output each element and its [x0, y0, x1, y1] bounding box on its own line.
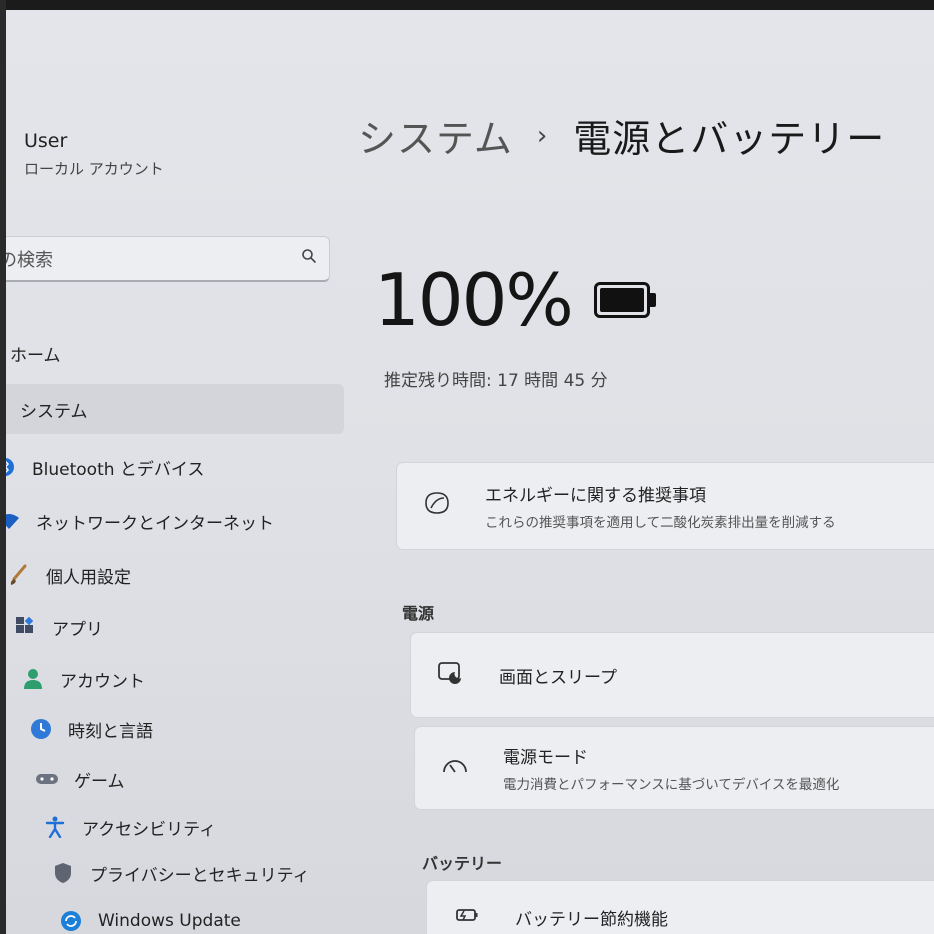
page-title: 電源とバッテリー [573, 117, 886, 161]
nav-item-system[interactable]: システム [0, 384, 344, 434]
nav-label-accessibility: アクセシビリティ [82, 819, 217, 840]
nav-item-network[interactable]: ネットワークとインターネット [0, 496, 274, 546]
nav-item-windows-update[interactable]: Windows Update [58, 896, 241, 934]
screen-sleep-card[interactable]: 画面とスリープ [410, 632, 934, 718]
account-type: ローカル アカウント [24, 160, 164, 178]
nav-label-windows-update: Windows Update [98, 911, 241, 931]
nav-label-home: ホーム [10, 345, 61, 366]
breadcrumb: システム › 電源とバッテリー [358, 108, 885, 163]
energy-card-desc: これらの推奨事項を適用して二酸化炭素排出量を削減する [485, 515, 836, 531]
power-mode-desc: 電力消費とパフォーマンスに基づいてデバイスを最適化 [503, 777, 840, 793]
user-profile[interactable]: User ローカル アカウント [24, 130, 164, 179]
battery-saver-card[interactable]: バッテリー節約機能 [426, 880, 934, 934]
settings-search[interactable]: の検索 [0, 236, 330, 282]
power-section-title: 電源 [402, 604, 435, 623]
nav-item-accounts[interactable]: アカウント [20, 654, 145, 704]
settings-window: User ローカル アカウント の検索 ホーム システム Bluetooth と… [0, 10, 934, 934]
battery-saver-icon [447, 905, 487, 930]
nav-item-personalization[interactable]: 個人用設定 [6, 550, 131, 600]
search-icon[interactable] [289, 248, 329, 269]
nav-label-accounts: アカウント [60, 671, 145, 692]
screen-bezel-top [0, 0, 934, 10]
nav-label-privacy: プライバシーとセキュリティ [90, 865, 310, 886]
nav-item-privacy[interactable]: プライバシーとセキュリティ [50, 848, 310, 898]
battery-percentage: 100% [374, 258, 574, 342]
energy-card-title: エネルギーに関する推奨事項 [485, 486, 706, 506]
time-language-icon [28, 718, 54, 740]
breadcrumb-parent[interactable]: システム [358, 108, 513, 163]
nav-label-personalization: 個人用設定 [46, 567, 131, 588]
gamepad-icon [34, 768, 60, 790]
nav-label-network: ネットワークとインターネット [36, 513, 274, 534]
estimated-remaining-time: 推定残り時間: 17 時間 45 分 [384, 371, 608, 391]
nav-item-apps[interactable]: アプリ [12, 602, 103, 652]
power-mode-title: 電源モード [503, 748, 588, 768]
screen-sleep-icon [431, 660, 471, 690]
battery-saver-title: バッテリー節約機能 [515, 910, 668, 930]
nav-item-home[interactable]: ホーム [10, 328, 340, 378]
screen-bezel-left [0, 0, 6, 934]
battery-icon [594, 282, 656, 318]
shield-icon [50, 862, 76, 884]
nav-item-gaming[interactable]: ゲーム [34, 754, 125, 804]
power-mode-card[interactable]: 電源モード 電力消費とパフォーマンスに基づいてデバイスを最適化 [414, 726, 934, 810]
nav-item-accessibility[interactable]: アクセシビリティ [42, 802, 216, 852]
leaf-icon [417, 490, 457, 522]
nav-label-apps: アプリ [52, 619, 103, 640]
battery-section-title: バッテリー [422, 854, 503, 873]
accessibility-icon [42, 816, 68, 838]
account-icon [20, 668, 46, 690]
breadcrumb-separator: › [536, 120, 548, 151]
nav-item-bluetooth[interactable]: Bluetooth とデバイス [0, 442, 204, 492]
nav-label-system: システム [20, 401, 88, 422]
screen-sleep-title: 画面とスリープ [499, 667, 617, 688]
gauge-icon [435, 754, 475, 782]
user-name: User [24, 130, 68, 152]
windows-update-icon [58, 910, 84, 932]
nav-label-time-language: 時刻と言語 [68, 721, 153, 742]
apps-icon [12, 616, 38, 638]
nav-label-bluetooth: Bluetooth とデバイス [32, 459, 205, 480]
nav-label-gaming: ゲーム [74, 771, 125, 792]
nav-item-time-language[interactable]: 時刻と言語 [28, 704, 153, 754]
energy-recommendations-card[interactable]: エネルギーに関する推奨事項 これらの推奨事項を適用して二酸化炭素排出量を削減する [396, 462, 934, 550]
search-input[interactable]: の検索 [0, 246, 289, 272]
brush-icon [6, 564, 32, 586]
